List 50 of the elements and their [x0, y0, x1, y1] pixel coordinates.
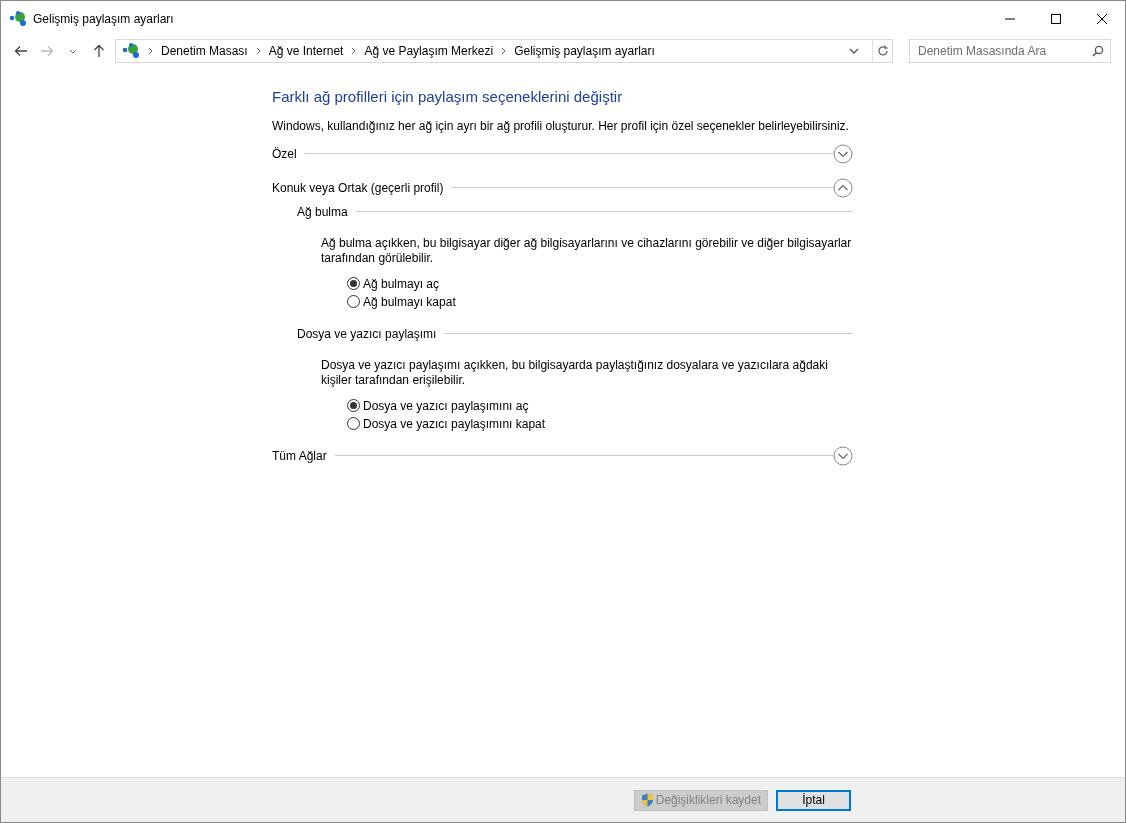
section-heading: Ağ bulma [297, 203, 348, 221]
radio-option[interactable]: Ağ bulmayı kapat [347, 292, 853, 311]
page-heading: Farklı ağ profilleri için paylaşım seçeneklerini değiştir [272, 87, 624, 107]
expand-button[interactable] [833, 143, 853, 164]
forward-arrow-icon [40, 44, 54, 58]
radio-option[interactable]: Dosya ve yazıcı paylaşımını aç [347, 396, 853, 415]
cancel-button[interactable]: İptal [776, 789, 851, 811]
close-icon [1096, 12, 1108, 25]
chevron-up-icon [833, 177, 853, 198]
radio-label: Dosya ve yazıcı paylaşımını kapat [363, 415, 546, 433]
section-heading: Dosya ve yazıcı paylaşımı [297, 325, 437, 343]
radio-option[interactable]: Ağ bulmayı aç [347, 274, 853, 293]
breadcrumb-item[interactable]: Denetim Masası [161, 42, 248, 60]
chevron-down-icon [849, 48, 859, 54]
profile-heading: Tüm Ağlar [272, 447, 327, 465]
network-icon [9, 10, 27, 27]
radio-button[interactable] [347, 417, 360, 430]
breadcrumb-item[interactable]: Ağ ve Paylaşım Merkezi [364, 42, 494, 60]
back-arrow-icon [14, 44, 28, 58]
radio-label: Dosya ve yazıcı paylaşımını aç [363, 397, 529, 415]
window-title: Gelişmiş paylaşım ayarları [33, 10, 174, 28]
radio-label: Ağ bulmayı aç [363, 275, 440, 293]
chevron-right-icon [255, 47, 261, 55]
maximize-icon [1050, 12, 1062, 25]
intro-text: Windows, kullandığınız her ağ için ayrı bir ağ profili oluşturur. Her profil için özel seçenekler belirleyebilirsiniz. [272, 117, 850, 135]
profile-heading: Konuk veya Ortak (geçerli profil) [272, 179, 444, 197]
chevron-right-icon [351, 47, 357, 55]
chevron-right-icon [148, 47, 153, 55]
radio-button[interactable] [347, 399, 360, 412]
radio-button[interactable] [347, 295, 360, 308]
radio-label: Ağ bulmayı kapat [363, 293, 456, 311]
radio-button[interactable] [347, 277, 360, 290]
breadcrumb-item[interactable]: Ağ ve Internet [268, 42, 344, 60]
chevron-down-icon [69, 48, 77, 54]
expand-button[interactable] [833, 445, 853, 466]
search-icon [1092, 45, 1104, 57]
up-arrow-icon [92, 44, 106, 58]
chevron-down-icon [833, 143, 853, 164]
collapse-button[interactable] [833, 177, 853, 198]
section-description: Ağ bulma açıkken, bu bilgisayar diğer ağ bilgisayarlarını ve cihazlarını görebilir ve diğer bilgisayarlar tarafından görülebilir. [321, 235, 853, 266]
refresh-icon [876, 45, 889, 57]
chevron-right-icon [501, 47, 507, 55]
breadcrumb-item[interactable]: Gelişmiş paylaşım ayarları [514, 42, 655, 60]
chevron-down-icon [833, 445, 853, 466]
radio-option[interactable]: Dosya ve yazıcı paylaşımını kapat [347, 414, 853, 433]
address-bar[interactable]: Denetim Masası Ağ ve Internet Ağ ve Paylaşım Merkezi Gelişmiş paylaşım ayarları [115, 39, 893, 63]
profile-heading: Özel [272, 145, 297, 163]
search-field[interactable]: Denetim Masasında Ara [909, 39, 1111, 63]
network-icon [122, 43, 140, 59]
section-description: Dosya ve yazıcı paylaşımı açıkken, bu bilgisayarda paylaştığınız dosyalara ve yazıcılara ağdaki kişiler tarafından erişilebilir. [321, 357, 829, 388]
